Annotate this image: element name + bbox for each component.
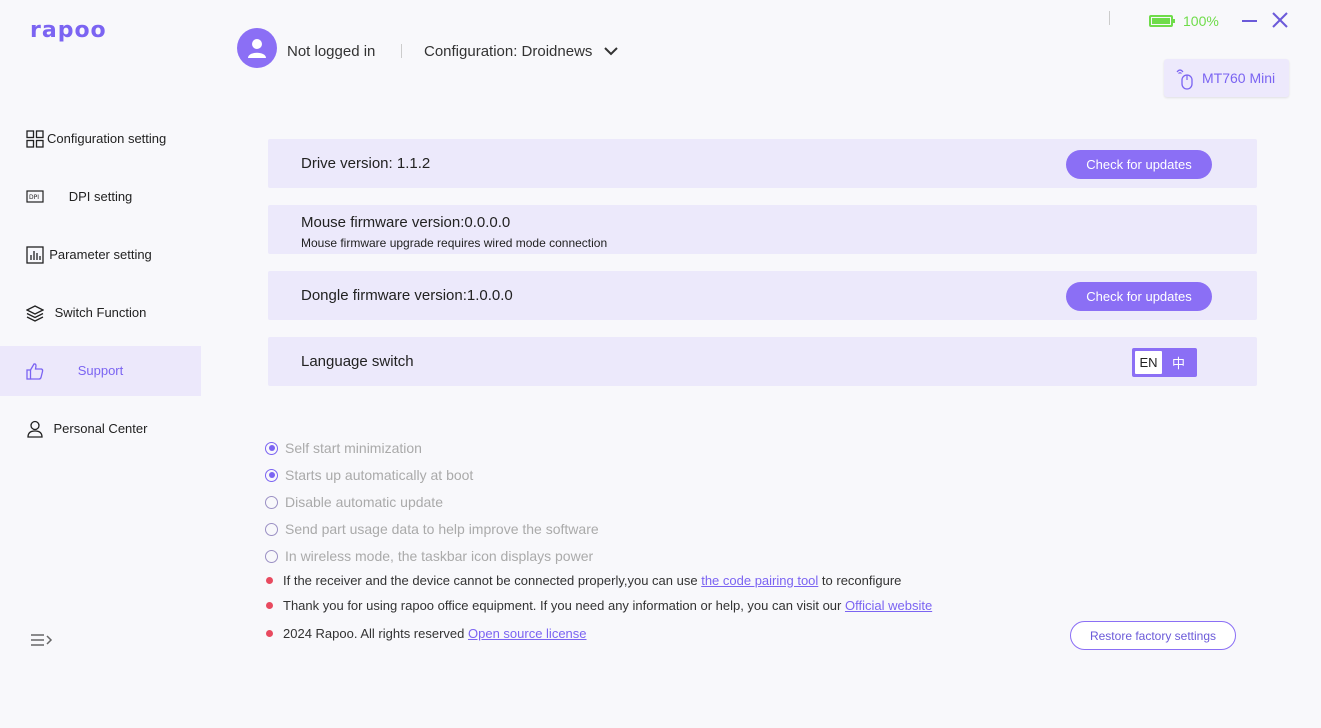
bullet-dot [266,630,273,637]
bullet-dot [266,602,273,609]
wireless-mouse-icon [1176,69,1193,90]
language-option-en[interactable]: EN [1135,351,1162,374]
mouse-firmware-version-text: Mouse firmware version:0.0.0.0 [301,214,511,231]
option-label: Self start minimization [285,440,422,456]
note-copyright: 2024 Rapoo. All rights reserved Open sou… [266,626,587,641]
avatar[interactable] [237,28,277,68]
sidebar-item-support[interactable]: Support [0,346,201,396]
sidebar-item-label: DPI setting [68,189,133,204]
header-divider [401,44,402,58]
close-icon [1272,12,1288,28]
radio-unchecked[interactable] [265,522,278,536]
grid-icon [26,130,44,148]
mouse-firmware-note: Mouse firmware upgrade requires wired mo… [301,236,608,250]
mouse-firmware-card: Mouse firmware version:0.0.0.0 Mouse fir… [268,205,1257,254]
radio-unchecked[interactable] [265,549,278,563]
open-source-license-link[interactable]: Open source license [468,626,587,641]
sidebar-item-switch-function[interactable]: Switch Function [0,288,201,338]
battery-icon [1149,15,1175,27]
sidebar-item-personal-center[interactable]: Personal Center [0,404,201,454]
language-option-zh[interactable]: 中 [1165,351,1192,374]
sidebar-item-label: Parameter setting [49,247,152,262]
sidebar-item-label: Support [77,363,124,378]
battery-percent: 100% [1183,13,1219,29]
option-label: In wireless mode, the taskbar icon displ… [285,548,594,564]
sidebar-item-label: Configuration setting [47,131,167,146]
note-text: If the receiver and the device cannot be… [283,573,902,588]
collapse-menu-icon[interactable] [30,632,54,650]
note-text: 2024 Rapoo. All rights reserved Open sou… [283,626,587,641]
titlebar-divider [1109,11,1110,25]
sidebar-item-dpi-setting[interactable]: DPI DPI setting [0,172,201,222]
user-icon [248,39,266,58]
close-button[interactable] [1270,10,1290,30]
radio-checked[interactable] [265,468,278,482]
device-name: MT760 Mini [1202,70,1276,86]
note-text: Thank you for using rapoo office equipme… [283,598,933,613]
option-taskbar-power[interactable]: In wireless mode, the taskbar icon displ… [265,548,593,564]
note-pairing: If the receiver and the device cannot be… [266,573,901,588]
drive-check-updates-button[interactable]: Check for updates [1066,150,1212,179]
dongle-firmware-version-text: Dongle firmware version:1.0.0.0 [301,287,513,304]
language-toggle[interactable]: EN 中 [1132,348,1197,377]
code-pairing-tool-link[interactable]: the code pairing tool [701,573,818,588]
app-window: rapoo Not logged in Configuration: Droid… [0,0,1321,728]
bullet-dot [266,577,273,584]
option-send-usage-data[interactable]: Send part usage data to help improve the… [265,521,599,537]
note-official-website: Thank you for using rapoo office equipme… [266,598,932,613]
official-website-link[interactable]: Official website [845,598,932,613]
option-disable-auto-update[interactable]: Disable automatic update [265,494,443,510]
sidebar-item-parameter-setting[interactable]: Parameter setting [0,230,201,280]
option-label: Send part usage data to help improve the… [285,521,599,537]
drive-version-card: Drive version: 1.1.2 Check for updates [268,139,1257,188]
dongle-firmware-card: Dongle firmware version:1.0.0.0 Check fo… [268,271,1257,320]
configuration-dropdown[interactable]: Configuration: Droidnews [424,43,619,60]
option-self-start-minimization[interactable]: Self start minimization [265,440,422,456]
user-status[interactable]: Not logged in [287,43,375,60]
chevron-down-icon [604,47,619,56]
language-switch-label: Language switch [301,353,414,370]
radio-checked[interactable] [265,441,278,455]
sidebar-item-configuration-setting[interactable]: Configuration setting [0,114,201,164]
sidebar-item-label: Personal Center [53,421,148,436]
option-start-at-boot[interactable]: Starts up automatically at boot [265,467,473,483]
sidebar-item-label: Switch Function [54,305,147,320]
device-selector[interactable]: MT760 Mini [1164,59,1289,97]
battery-status: 100% [1149,13,1219,29]
minimize-button[interactable] [1240,10,1260,30]
radio-unchecked[interactable] [265,495,278,509]
option-label: Disable automatic update [285,494,443,510]
rapoo-logo: rapoo [30,18,107,43]
dongle-check-updates-button[interactable]: Check for updates [1066,282,1212,311]
restore-factory-settings-button[interactable]: Restore factory settings [1070,621,1236,650]
drive-version-text: Drive version: 1.1.2 [301,155,431,172]
language-switch-card: Language switch EN 中 [268,337,1257,386]
option-label: Starts up automatically at boot [285,467,474,483]
configuration-label: Configuration: Droidnews [424,43,593,60]
